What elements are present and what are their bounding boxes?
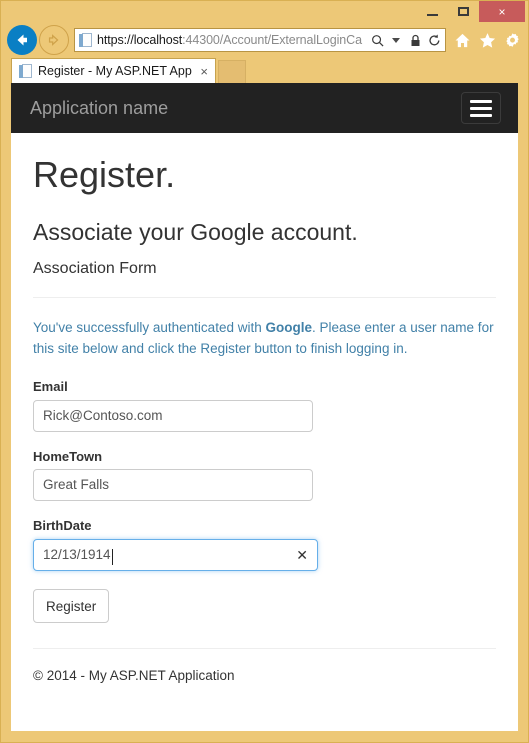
title-bar: ×	[1, 1, 528, 23]
hamburger-icon-bar	[470, 99, 492, 103]
browser-tab[interactable]: Register - My ASP.NET App... ×	[11, 58, 216, 83]
url-host: https://localhost	[97, 33, 183, 47]
hamburger-icon-bar	[470, 106, 492, 110]
page-content: Register. Associate your Google account.…	[11, 155, 518, 686]
chevron-down-icon[interactable]	[388, 30, 404, 50]
tab-title: Register - My ASP.NET App...	[38, 64, 193, 78]
navbar-toggle-button[interactable]	[461, 92, 501, 124]
close-button[interactable]: ×	[479, 1, 525, 22]
new-tab-button[interactable]	[218, 60, 246, 83]
info-provider: Google	[265, 320, 312, 336]
window-controls: ×	[417, 1, 525, 23]
footer-copyright: © 2014 - My ASP.NET Application	[33, 668, 235, 683]
navbar-brand[interactable]: Application name	[30, 98, 168, 118]
refresh-icon[interactable]	[426, 30, 442, 50]
footer-divider	[33, 648, 496, 649]
forward-button[interactable]	[39, 25, 69, 55]
birthdate-value: 12/13/1914	[43, 547, 111, 562]
form-group-email: Email Rick@Contoso.com	[33, 379, 496, 432]
birthdate-label: BirthDate	[33, 518, 92, 534]
form-group-birthdate: BirthDate 12/13/1914 ✕	[33, 518, 496, 571]
home-icon[interactable]	[452, 29, 472, 51]
page-subtitle: Associate your Google account.	[33, 218, 358, 245]
birthdate-field[interactable]: 12/13/1914 ✕	[33, 539, 318, 571]
forward-arrow-icon	[48, 34, 59, 46]
address-bar-icons	[367, 30, 442, 50]
clear-input-icon[interactable]: ✕	[290, 548, 308, 562]
tab-page-icon	[19, 63, 32, 79]
address-bar-url: https://localhost:44300/Account/External…	[97, 29, 367, 51]
maximize-button[interactable]	[448, 1, 479, 22]
search-icon[interactable]	[369, 30, 385, 50]
gear-icon[interactable]	[502, 29, 522, 51]
page-viewport: Application name Register. Associate you…	[11, 83, 518, 731]
birthdate-value-wrap: 12/13/1914	[43, 540, 290, 570]
browser-window: × https://localhost:44300/Account/Extern…	[0, 0, 529, 743]
content-divider	[33, 297, 496, 299]
email-label: Email	[33, 379, 68, 395]
hometown-label: HomeTown	[33, 448, 103, 464]
email-value: Rick@Contoso.com	[43, 407, 163, 423]
email-field[interactable]: Rick@Contoso.com	[33, 399, 313, 432]
address-bar[interactable]: https://localhost:44300/Account/External…	[74, 28, 446, 52]
tab-close-icon[interactable]: ×	[198, 65, 210, 78]
hometown-field[interactable]: Great Falls	[33, 469, 313, 502]
padlock-icon[interactable]	[407, 30, 423, 50]
info-lead: You've successfully authenticated with	[33, 320, 266, 336]
register-button[interactable]: Register	[33, 589, 110, 623]
url-path: :44300/Account/ExternalLoginCa	[182, 33, 362, 47]
browser-toolbar-icons	[452, 29, 522, 51]
info-message: You've successfully authenticated with G…	[33, 317, 496, 359]
form-group-hometown: HomeTown Great Falls	[33, 449, 496, 502]
back-button[interactable]	[7, 25, 37, 55]
page-title: Register.	[33, 154, 176, 195]
star-icon[interactable]	[477, 29, 497, 51]
site-navbar: Application name	[11, 83, 518, 133]
text-cursor	[111, 549, 113, 566]
close-icon: ×	[498, 4, 506, 19]
association-form: Email Rick@Contoso.com HomeTown Great Fa…	[33, 379, 496, 623]
hamburger-icon-bar	[470, 113, 492, 117]
navigation-bar: https://localhost:44300/Account/External…	[1, 23, 528, 57]
tab-strip: Register - My ASP.NET App... ×	[1, 57, 528, 83]
hometown-value: Great Falls	[43, 477, 110, 493]
back-arrow-icon	[17, 34, 27, 46]
page-document-icon	[79, 32, 92, 48]
form-heading: Association Form	[33, 260, 157, 278]
minimize-button[interactable]	[417, 1, 448, 22]
